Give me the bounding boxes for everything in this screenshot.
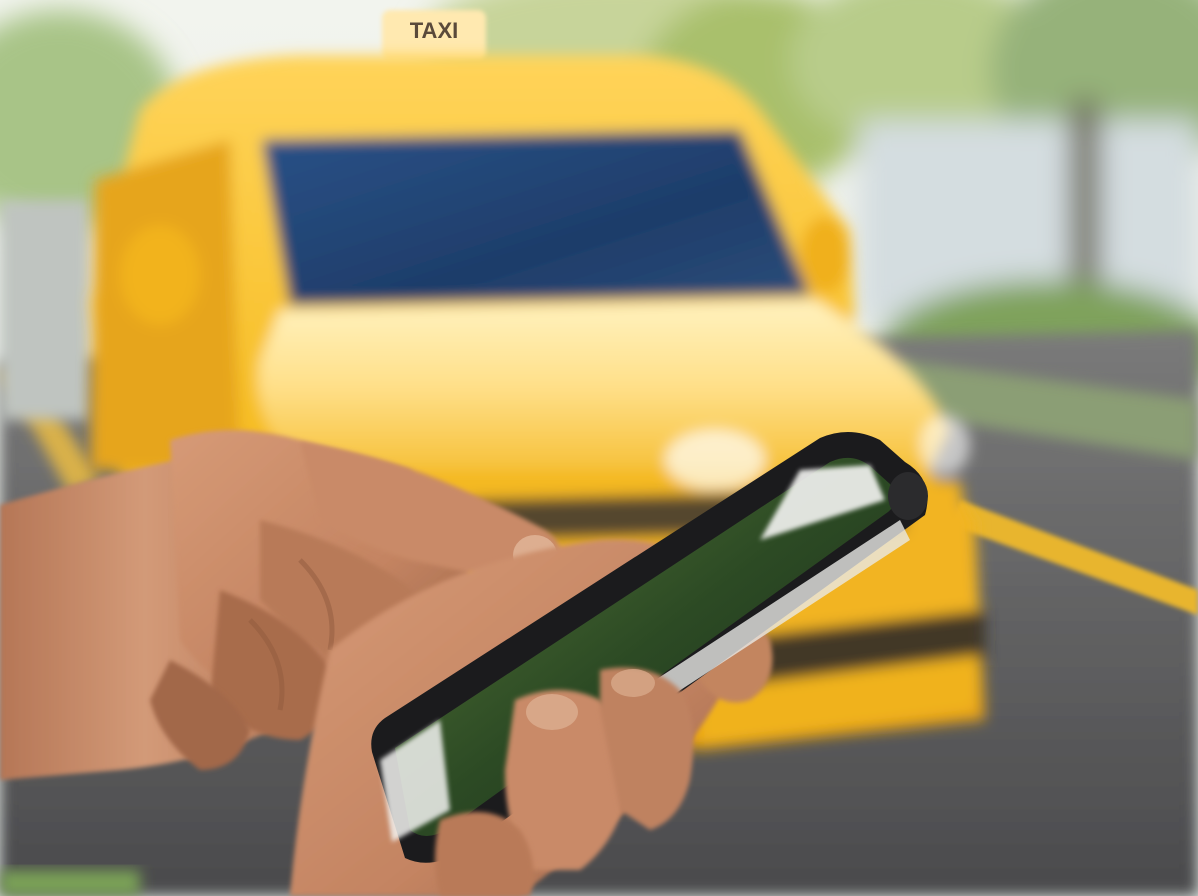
taxi-windshield bbox=[262, 130, 810, 305]
taxi-sign-text: TAXI bbox=[410, 18, 458, 43]
taxi-booking-photo: TAXI bbox=[0, 0, 1198, 896]
bottom-grass bbox=[0, 870, 140, 896]
taxi-roof-sign: TAXI bbox=[382, 10, 486, 60]
